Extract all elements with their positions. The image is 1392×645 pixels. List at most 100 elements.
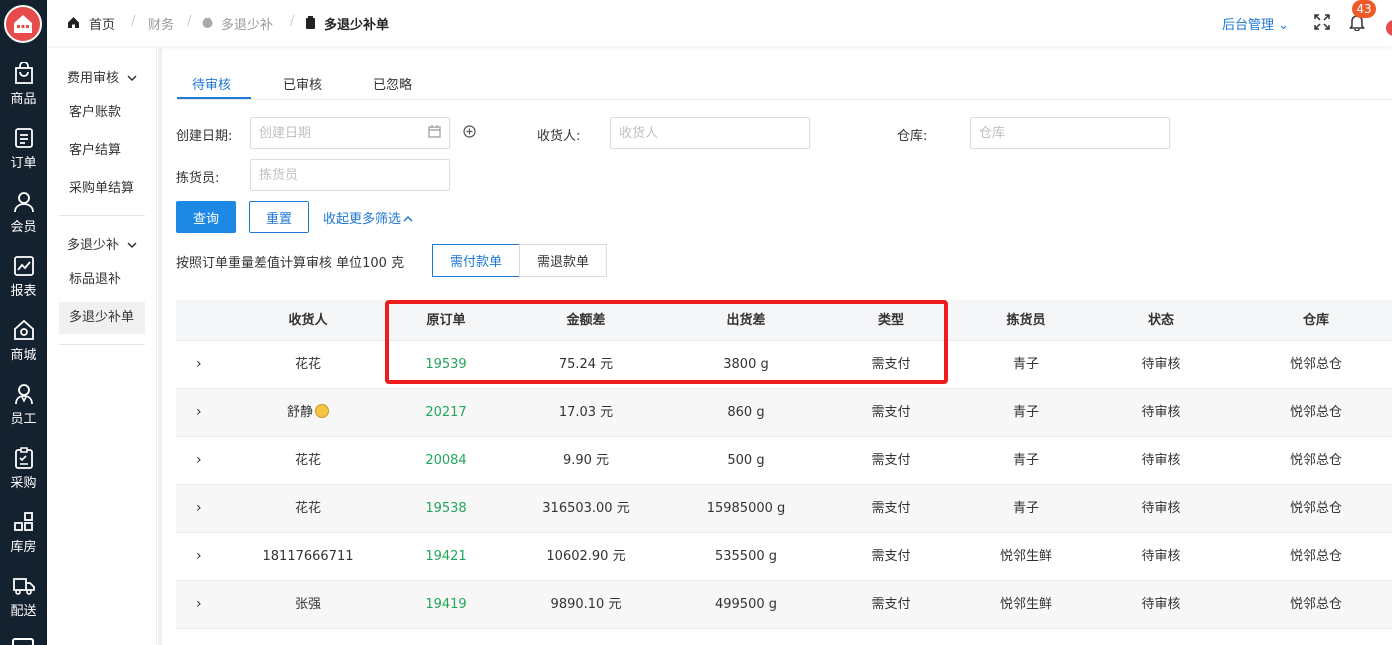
nav-item-reports[interactable]: 报表 — [0, 254, 47, 314]
chevron-down-icon: ⌄ — [1278, 18, 1290, 33]
expand-row-icon[interactable]: › — [196, 533, 202, 580]
tab-approved[interactable]: 已审核 — [283, 74, 322, 93]
subnav-item-purchase-settlement[interactable]: 采购单结算 — [59, 173, 145, 205]
cell-warehouse: 悦邻总仓 — [1289, 357, 1342, 372]
create-date-label: 创建日期: — [176, 129, 233, 144]
expand-row-icon[interactable]: › — [196, 389, 202, 436]
user-avatar[interactable] — [1386, 20, 1392, 36]
warehouse-input[interactable] — [970, 117, 1170, 149]
fullscreen-icon[interactable] — [1314, 14, 1330, 30]
refund-table: 收货人 原订单 金额差 出货差 类型 拣货员 状态 仓库 › 花花 19539 … — [176, 300, 1392, 629]
subnav-item-customer-settlement[interactable]: 客户结算 — [59, 135, 145, 167]
expand-row-icon[interactable]: › — [196, 437, 202, 484]
more-nav-icon — [12, 638, 34, 645]
cell-picker: 悦邻生鲜 — [999, 597, 1052, 612]
subnav-group-fee-audit[interactable]: 费用审核 — [67, 67, 137, 86]
nav-item-purchase[interactable]: 采购 — [0, 446, 47, 506]
cell-order-link[interactable]: 19419 — [386, 581, 506, 628]
col-header-weight-diff: 出货差 — [726, 313, 766, 328]
table-row[interactable]: › 18117666711 19421 10602.90 元 535500 g … — [176, 533, 1392, 581]
cell-picker: 悦邻生鲜 — [999, 549, 1052, 564]
subnav-group-label: 费用审核 — [67, 71, 120, 86]
nav-label: 商城 — [10, 348, 37, 363]
cell-weight-diff: 535500 g — [714, 549, 777, 564]
tab-pending[interactable]: 待审核 — [192, 74, 231, 93]
table-row[interactable]: › 花花 19538 316503.00 元 15985000 g 需支付 青子… — [176, 485, 1392, 533]
reset-button[interactable]: 重置 — [249, 201, 309, 233]
receiver-input[interactable] — [610, 117, 810, 149]
clipboard-small-icon — [306, 16, 315, 29]
nav-label: 报表 — [10, 284, 37, 299]
col-header-status: 状态 — [1147, 313, 1174, 328]
cell-receiver: 张强 — [294, 597, 321, 612]
expand-row-icon[interactable]: › — [196, 581, 202, 628]
add-circle-icon[interactable] — [463, 125, 476, 138]
table-row[interactable]: › 张强 19419 9890.10 元 499500 g 需支付 悦邻生鲜 待… — [176, 581, 1392, 629]
cell-amount-diff: 17.03 元 — [558, 405, 614, 420]
table-row[interactable]: › 花花 20084 9.90 元 500 g 需支付 青子 待审核 悦邻总仓 — [176, 437, 1392, 485]
cell-receiver: 花花 — [294, 357, 321, 372]
tabs-divider — [177, 99, 1392, 100]
toggle-refund-orders[interactable]: 需退款单 — [519, 244, 607, 277]
admin-menu[interactable]: 后台管理 ⌄ — [1222, 14, 1289, 33]
breadcrumb-parent[interactable]: 多退少补 — [221, 14, 273, 33]
truck-icon — [12, 578, 35, 595]
cell-order-link[interactable]: 19421 — [386, 533, 506, 580]
cell-picker: 青子 — [1012, 501, 1039, 516]
nav-item-warehouse[interactable]: 库房 — [0, 510, 47, 570]
col-header-receiver: 收货人 — [288, 313, 328, 328]
expand-row-icon[interactable]: › — [196, 485, 202, 532]
nav-item-mall[interactable]: 商城 — [0, 318, 47, 378]
cell-warehouse: 悦邻总仓 — [1289, 453, 1342, 468]
nav-item-orders[interactable]: 订单 — [0, 126, 47, 186]
breadcrumb-home[interactable]: 首页 — [89, 14, 115, 33]
nav-item-goods[interactable]: 商品 — [0, 62, 47, 122]
nav-item-members[interactable]: 会员 — [0, 190, 47, 250]
subnav-item-refund-order[interactable]: 多退少补单 — [59, 302, 145, 334]
calendar-icon[interactable] — [428, 125, 441, 138]
cell-order-link[interactable]: 19539 — [386, 341, 506, 388]
cell-order-link[interactable]: 20217 — [386, 389, 506, 436]
cell-order-link[interactable]: 20084 — [386, 437, 506, 484]
subnav-group-refund[interactable]: 多退少补 — [67, 234, 137, 253]
app-logo[interactable] — [4, 5, 42, 43]
notification-badge: 43 — [1352, 0, 1376, 18]
col-header-picker: 拣货员 — [1006, 313, 1046, 328]
cell-type: 需支付 — [871, 549, 911, 564]
collapse-filters-link[interactable]: 收起更多筛选 — [323, 208, 413, 227]
picker-input[interactable] — [250, 159, 450, 191]
subnav-divider — [59, 344, 145, 345]
table-row[interactable]: › 花花 19539 75.24 元 3800 g 需支付 青子 待审核 悦邻总… — [176, 341, 1392, 389]
nav-item-delivery[interactable]: 配送 — [0, 574, 47, 634]
cell-picker: 青子 — [1012, 357, 1039, 372]
subnav-item-standard-refund[interactable]: 标品退补 — [59, 264, 145, 296]
nav-label: 采购 — [10, 476, 37, 491]
cell-type: 需支付 — [871, 453, 911, 468]
employee-icon — [14, 384, 33, 405]
cell-receiver: 花花 — [294, 453, 321, 468]
cell-amount-diff: 10602.90 元 — [546, 549, 626, 564]
create-date-input[interactable] — [250, 117, 450, 149]
cell-weight-diff: 499500 g — [714, 597, 777, 612]
expand-row-icon[interactable]: › — [196, 341, 202, 388]
breadcrumb-finance[interactable]: 财务 — [148, 14, 174, 33]
chart-icon — [13, 256, 34, 276]
panel-gutter — [158, 48, 162, 645]
cell-weight-diff: 15985000 g — [706, 501, 786, 516]
cell-amount-diff: 316503.00 元 — [542, 501, 630, 516]
cell-order-link[interactable]: 19538 — [386, 485, 506, 532]
subnav-item-customer-account[interactable]: 客户账款 — [59, 97, 145, 129]
nav-label: 商品 — [10, 92, 37, 107]
top-bar: 首页 / 财务 / 多退少补 / 多退少补单 后台管理 ⌄ 43 — [47, 0, 1392, 46]
query-button[interactable]: 查询 — [176, 201, 236, 233]
nav-item-staff[interactable]: 员工 — [0, 382, 47, 442]
receiver-label: 收货人: — [537, 129, 581, 144]
table-row[interactable]: › 舒静 20217 17.03 元 860 g 需支付 青子 待审核 悦邻总仓 — [176, 389, 1392, 437]
cell-status: 待审核 — [1141, 597, 1181, 612]
house-icon — [13, 319, 34, 340]
user-icon — [13, 192, 34, 213]
breadcrumb-current: 多退少补单 — [324, 18, 390, 33]
toggle-pay-orders[interactable]: 需付款单 — [432, 244, 520, 277]
tab-ignored[interactable]: 已忽略 — [373, 74, 412, 93]
cell-receiver-text: 舒静 — [286, 405, 313, 420]
